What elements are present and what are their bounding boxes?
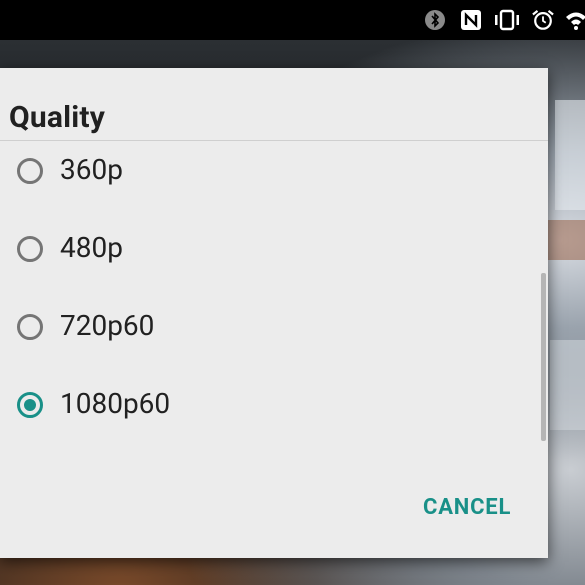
dialog-divider — [0, 140, 548, 141]
radio-button-unchecked[interactable] — [17, 236, 43, 262]
wifi-icon — [566, 12, 585, 30]
quality-dialog: Quality 360p 480p 720p60 1080p60 CANCEL — [0, 68, 548, 558]
radio-button-unchecked[interactable] — [17, 314, 43, 340]
option-label: 720p60 — [60, 309, 155, 342]
quality-option-1080p60[interactable]: 1080p60 — [0, 377, 540, 447]
radio-button-unchecked[interactable] — [17, 158, 43, 184]
option-label: 480p — [60, 231, 123, 264]
dialog-title: Quality — [9, 100, 106, 135]
option-label: 1080p60 — [60, 387, 171, 420]
alarm-icon — [532, 9, 554, 30]
scrollbar[interactable] — [541, 273, 546, 441]
vibrate-icon — [495, 9, 519, 31]
bluetooth-icon — [425, 10, 445, 30]
status-bar — [0, 0, 585, 40]
nfc-icon — [461, 10, 481, 30]
quality-option-720p60[interactable]: 720p60 — [0, 299, 540, 369]
quality-option-480p[interactable]: 480p — [0, 221, 540, 291]
quality-option-360p[interactable]: 360p — [0, 143, 540, 213]
option-label: 360p — [60, 153, 123, 186]
cancel-button[interactable]: CANCEL — [423, 495, 511, 520]
radio-button-checked[interactable] — [17, 392, 43, 418]
